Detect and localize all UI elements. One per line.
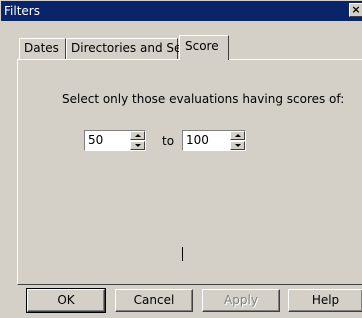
window-title: Filters — [4, 4, 40, 18]
ok-button[interactable]: OK — [26, 288, 106, 313]
help-button[interactable]: Help — [288, 289, 362, 312]
max-score-spin-buttons — [230, 131, 245, 150]
filters-dialog: Filters × Dates Directories and Sets Sco… — [0, 0, 362, 318]
text-cursor — [182, 247, 183, 261]
max-score-value[interactable]: 100 — [186, 133, 209, 148]
min-score-down-arrow-icon[interactable] — [130, 141, 145, 150]
tab-score[interactable]: Score — [179, 35, 229, 60]
score-instruction: Select only those evaluations having sco… — [62, 92, 345, 106]
cancel-button[interactable]: Cancel — [115, 289, 193, 312]
tab-dates-label: Dates — [24, 41, 59, 55]
min-score-spin-buttons — [130, 131, 145, 150]
tab-dates[interactable]: Dates — [19, 38, 66, 59]
max-score-up-arrow-icon[interactable] — [230, 131, 245, 140]
tab-score-label: Score — [185, 39, 219, 53]
close-button[interactable]: × — [349, 3, 362, 17]
min-score-stepper[interactable]: 50 — [84, 130, 146, 151]
min-score-up-arrow-icon[interactable] — [130, 131, 145, 140]
max-score-down-arrow-icon[interactable] — [230, 141, 245, 150]
tab-directories-label: Directories and Sets — [71, 41, 193, 55]
title-bar[interactable]: Filters × — [1, 1, 362, 21]
close-icon: × — [351, 3, 361, 16]
max-score-stepper[interactable]: 100 — [182, 130, 246, 151]
tab-directories-and-sets[interactable]: Directories and Sets — [66, 38, 192, 59]
to-label: to — [162, 134, 175, 148]
min-score-value[interactable]: 50 — [88, 133, 103, 148]
apply-button[interactable]: Apply — [202, 289, 280, 312]
